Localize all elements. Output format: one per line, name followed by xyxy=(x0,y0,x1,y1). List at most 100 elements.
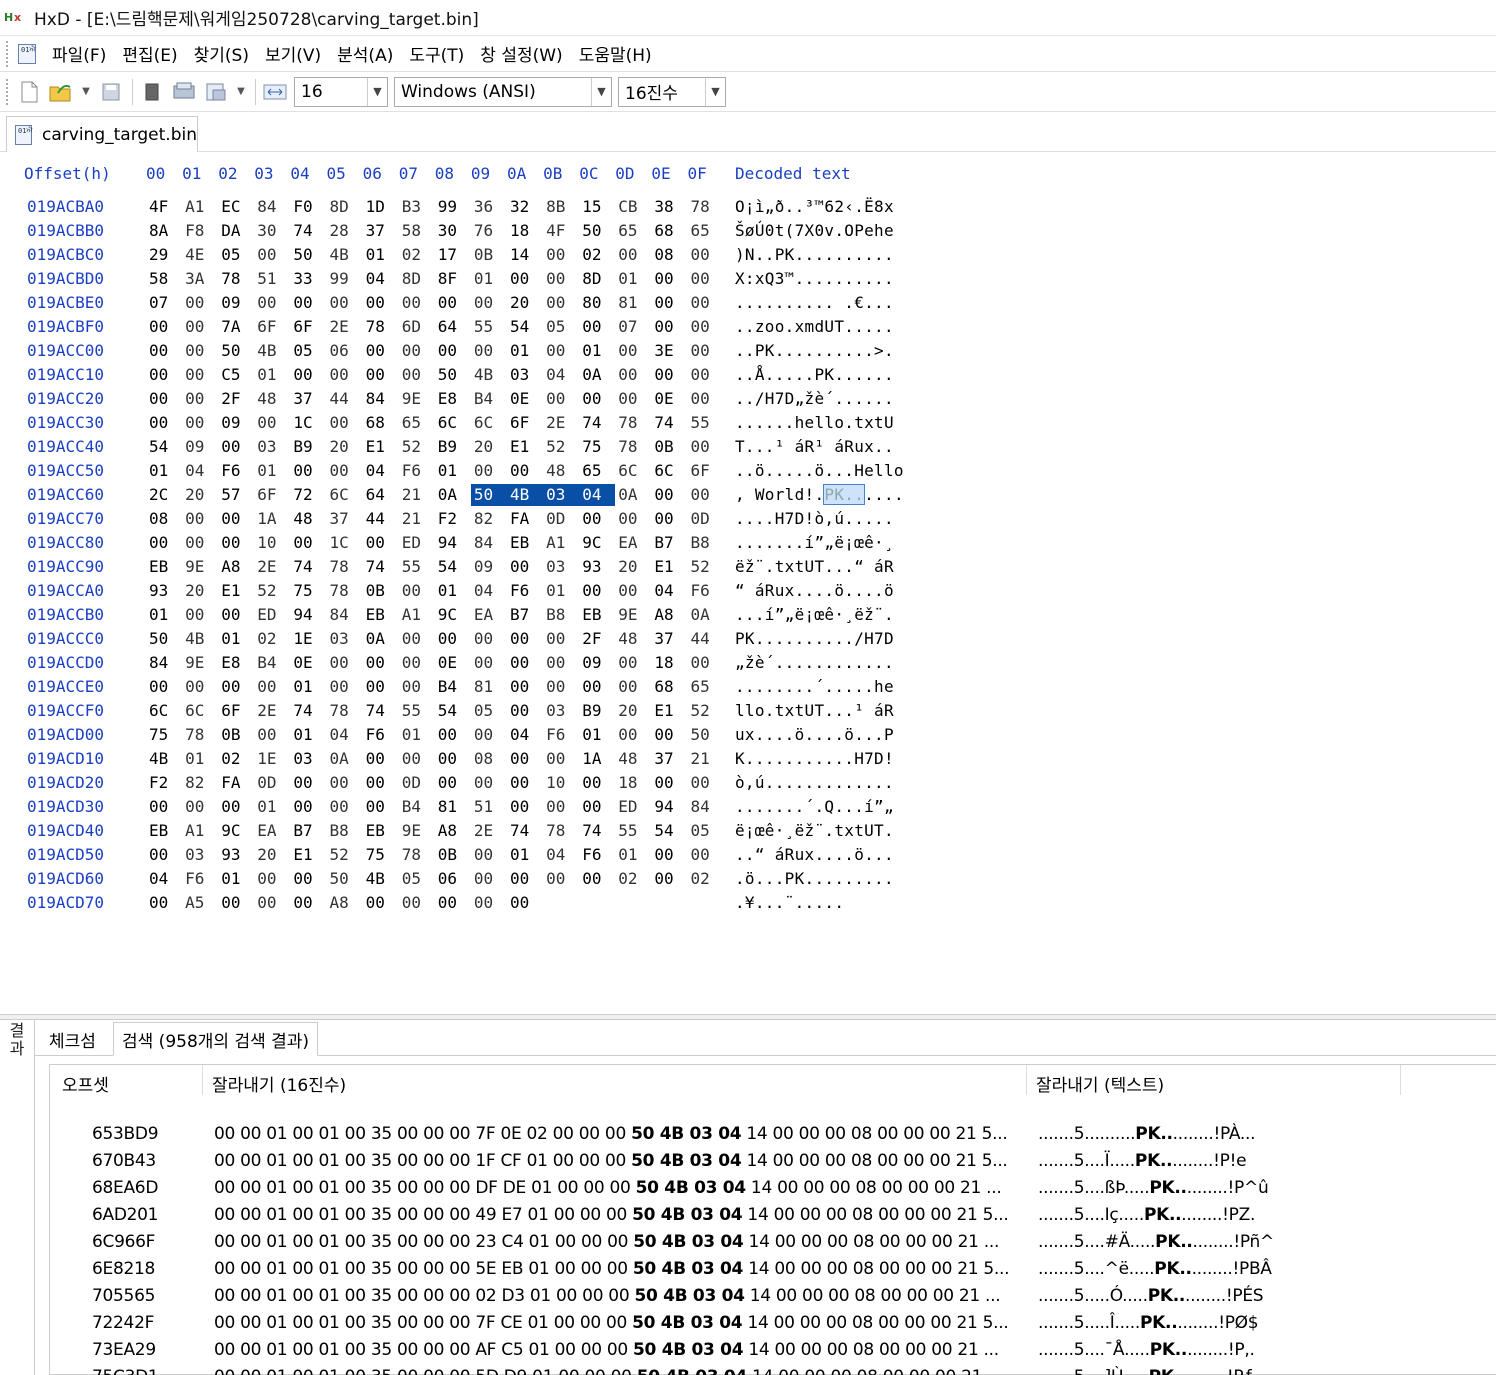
hex-byte[interactable]: 04 xyxy=(182,460,218,482)
hex-byte[interactable]: 00 xyxy=(615,388,651,410)
hex-byte[interactable]: F6 xyxy=(218,460,254,482)
hex-byte[interactable]: 9E xyxy=(182,652,218,674)
result-row[interactable]: 705565 00 00 01 00 01 00 35 00 00 00 02 D… xyxy=(50,1283,1496,1310)
hex-byte[interactable]: F6 xyxy=(363,724,399,746)
hex-byte[interactable]: 65 xyxy=(688,676,724,698)
hex-row[interactable]: 019ACC30 00 00 09 00 1C 00 68 65 6C 6C 6F 2E 74 78 74 55… xyxy=(0,412,1000,436)
hex-byte[interactable]: 81 xyxy=(615,292,651,314)
decoded-text[interactable]: .......´.Q...í”„ xyxy=(735,796,894,818)
hex-byte[interactable]: 0A xyxy=(363,628,399,650)
hex-row[interactable]: 019ACBB0 8A F8 DA 30 74 28 37 58 30 76 18 4F 50 65 68 65… xyxy=(0,220,1000,244)
hex-byte[interactable]: 03 xyxy=(182,844,218,866)
hex-byte[interactable]: 0D xyxy=(543,508,579,530)
hex-byte[interactable]: FA xyxy=(218,772,254,794)
hex-byte[interactable]: F0 xyxy=(290,196,326,218)
hex-byte[interactable]: 84 xyxy=(254,196,290,218)
hex-byte[interactable]: 00 xyxy=(399,292,435,314)
hex-byte[interactable]: 00 xyxy=(507,748,543,770)
hex-byte[interactable]: 00 xyxy=(543,868,579,890)
decoded-text[interactable]: ..Å.....PK...... xyxy=(735,364,894,386)
hex-byte[interactable]: 00 xyxy=(218,532,254,554)
hex-byte[interactable]: B7 xyxy=(507,604,543,626)
decoded-text[interactable]: PK........../H7D xyxy=(735,628,894,650)
hex-byte[interactable]: 00 xyxy=(688,292,724,314)
hex-byte[interactable]: 93 xyxy=(146,580,182,602)
hex-byte[interactable]: 00 xyxy=(688,772,724,794)
hex-byte[interactable]: EC xyxy=(218,196,254,218)
hex-byte[interactable]: 00 xyxy=(363,748,399,770)
hex-byte[interactable]: 55 xyxy=(615,820,651,842)
hex-byte[interactable]: 00 xyxy=(543,796,579,818)
hex-byte[interactable]: 00 xyxy=(182,508,218,530)
hex-byte[interactable]: 02 xyxy=(579,244,615,266)
hex-byte[interactable]: 00 xyxy=(218,604,254,626)
hex-byte[interactable]: 94 xyxy=(651,796,687,818)
hex-byte[interactable]: 07 xyxy=(146,292,182,314)
hex-byte[interactable]: 01 xyxy=(435,460,471,482)
hex-byte[interactable]: 00 xyxy=(290,460,326,482)
hex-byte[interactable]: 1D xyxy=(363,196,399,218)
hex-byte[interactable]: 50 xyxy=(290,244,326,266)
hex-byte[interactable]: 37 xyxy=(651,628,687,650)
hex-byte[interactable]: 00 xyxy=(327,676,363,698)
hex-byte[interactable]: 20 xyxy=(327,436,363,458)
hex-byte[interactable]: 68 xyxy=(651,676,687,698)
hex-editor-view[interactable]: Offset(h) 00 01 02 03 04 05 06 07 08 09 0A 0B 0C 0D 0E… xyxy=(0,152,1496,1014)
hex-byte[interactable]: 9C xyxy=(579,532,615,554)
hex-byte[interactable]: B7 xyxy=(651,532,687,554)
hex-byte[interactable]: B9 xyxy=(290,436,326,458)
hex-byte[interactable]: 00 xyxy=(146,892,182,914)
hex-byte[interactable]: 00 xyxy=(399,652,435,674)
menu-help[interactable]: 도움말(H) xyxy=(579,41,652,66)
new-file-icon[interactable] xyxy=(16,79,42,105)
hex-byte[interactable]: 01 xyxy=(182,748,218,770)
hex-byte[interactable]: 00 xyxy=(146,316,182,338)
hex-byte[interactable]: 00 xyxy=(399,580,435,602)
hex-byte[interactable]: F6 xyxy=(507,580,543,602)
hex-byte[interactable]: 37 xyxy=(651,748,687,770)
hex-byte[interactable]: 78 xyxy=(615,436,651,458)
decoded-text[interactable]: ŠøÚ0t(7X0v.OPehe xyxy=(735,220,894,242)
decoded-text[interactable]: ..“ áRux....ö... xyxy=(735,844,894,866)
hex-byte[interactable]: 78 xyxy=(327,580,363,602)
hex-byte[interactable]: 0B xyxy=(651,436,687,458)
hex-byte[interactable]: 00 xyxy=(688,316,724,338)
hex-byte[interactable]: 00 xyxy=(471,340,507,362)
hex-byte[interactable]: 6F xyxy=(218,700,254,722)
chevron-down-icon[interactable]: ▼ xyxy=(235,79,247,105)
hex-byte[interactable]: 6D xyxy=(399,316,435,338)
hex-byte[interactable]: 00 xyxy=(254,676,290,698)
tab-checksum[interactable]: 체크섬 xyxy=(41,1022,104,1056)
hex-byte[interactable]: 00 xyxy=(651,364,687,386)
hex-byte[interactable]: 00 xyxy=(254,724,290,746)
hex-byte[interactable]: 75 xyxy=(363,844,399,866)
hex-byte[interactable]: 0E xyxy=(507,388,543,410)
hex-byte[interactable]: 50 xyxy=(688,724,724,746)
hex-row[interactable]: 019ACD70 00 A5 00 00 00 A8 00 00 00 00 00 .¥...¨....… xyxy=(0,892,1000,916)
hex-byte[interactable]: 00 xyxy=(182,340,218,362)
hex-byte[interactable]: 00 xyxy=(651,268,687,290)
hex-byte[interactable]: 00 xyxy=(651,292,687,314)
chevron-down-icon[interactable]: ▼ xyxy=(80,79,92,105)
hex-byte[interactable]: 52 xyxy=(688,556,724,578)
decoded-text[interactable]: ../H7D„žè´...... xyxy=(735,388,894,410)
hex-row[interactable]: 019ACBE0 07 00 09 00 00 00 00 00 00 00 20 00 80 81 00 00… xyxy=(0,292,1000,316)
hex-byte[interactable]: B8 xyxy=(543,604,579,626)
hex-byte[interactable]: 00 xyxy=(327,796,363,818)
hex-byte[interactable]: A1 xyxy=(182,196,218,218)
hex-byte[interactable]: 00 xyxy=(507,268,543,290)
hex-byte[interactable]: 04 xyxy=(579,484,616,506)
hex-byte[interactable]: 01 xyxy=(254,796,290,818)
hex-byte[interactable]: 08 xyxy=(146,508,182,530)
open-disk-icon[interactable] xyxy=(171,79,197,105)
hex-byte[interactable]: 00 xyxy=(327,364,363,386)
hex-row[interactable]: 019ACC10 00 00 C5 01 00 00 00 00 50 4B 03 04 0A 00 00 00… xyxy=(0,364,1000,388)
hex-byte[interactable]: B3 xyxy=(399,196,435,218)
hex-byte[interactable]: 20 xyxy=(615,556,651,578)
hex-byte[interactable]: 00 xyxy=(146,676,182,698)
hex-byte[interactable]: 8A xyxy=(146,220,182,242)
hex-byte[interactable]: 93 xyxy=(579,556,615,578)
hex-byte[interactable]: 00 xyxy=(543,268,579,290)
hex-byte[interactable]: 00 xyxy=(651,316,687,338)
hex-byte[interactable]: 4B xyxy=(182,628,218,650)
